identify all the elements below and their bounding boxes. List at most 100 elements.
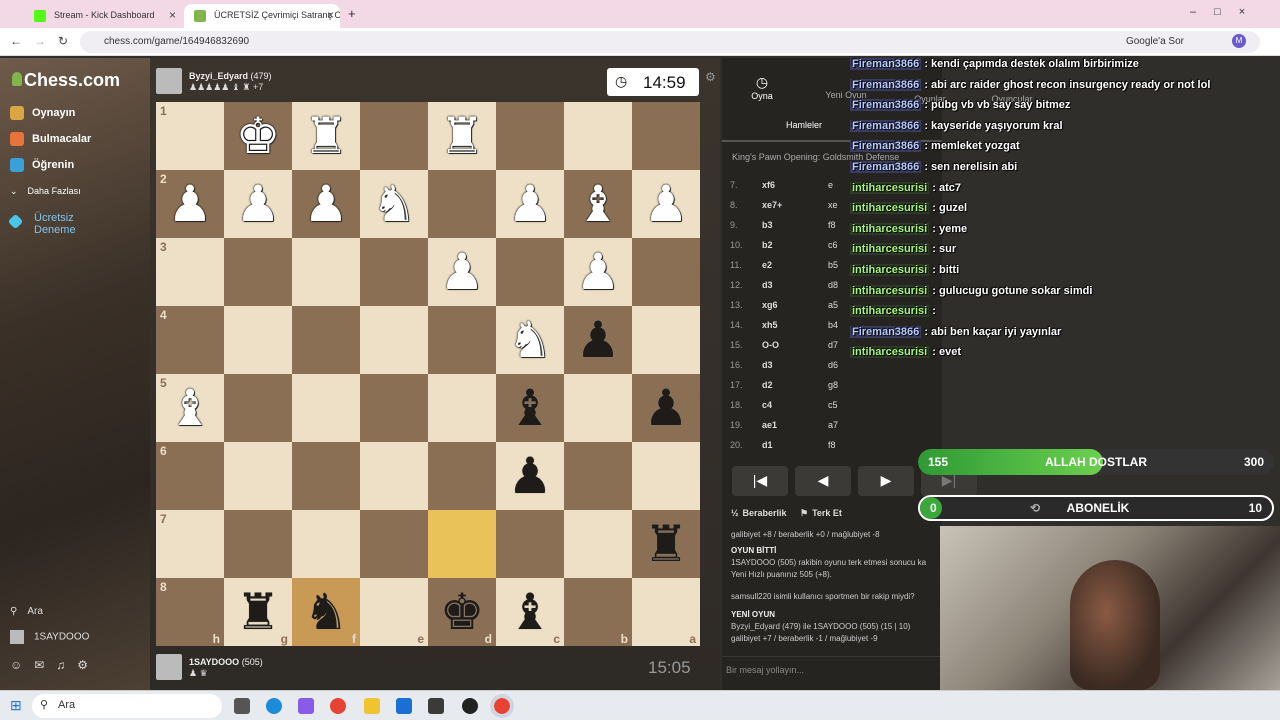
board-square-a2[interactable]: ♟	[632, 170, 700, 238]
black-move[interactable]: c5	[828, 400, 838, 410]
close-icon[interactable]: ×	[169, 8, 176, 22]
board-square-a8[interactable]: a	[632, 578, 700, 646]
new-tab-button[interactable]: +	[348, 6, 356, 21]
chat-username[interactable]: Fireman3866	[850, 78, 922, 91]
move-row[interactable]: 18. c4 c5	[730, 400, 838, 412]
chat-username[interactable]: intiharcesurisi	[850, 222, 930, 235]
board-square-f3[interactable]	[292, 238, 360, 306]
chat-username[interactable]: Fireman3866	[850, 99, 922, 112]
board-square-e2[interactable]: ♞	[360, 170, 428, 238]
mail-icon[interactable]	[396, 698, 412, 714]
chat-username[interactable]: intiharcesurisi	[850, 264, 930, 276]
white-move[interactable]: b2	[762, 240, 828, 250]
board-square-e5[interactable]	[360, 374, 428, 442]
board-square-b5[interactable]	[564, 374, 632, 442]
board-square-d7[interactable]	[428, 510, 496, 578]
player-name[interactable]: Byzyi_Edyard	[189, 71, 248, 81]
board-square-b3[interactable]: ♟	[564, 238, 632, 306]
sidebar-item-more[interactable]: ⌄ Daha Fazlası	[10, 186, 81, 197]
window-controls[interactable]: –□×	[1190, 6, 1263, 18]
board-square-b7[interactable]	[564, 510, 632, 578]
board-square-f1[interactable]: ♜	[292, 102, 360, 170]
gear-icon[interactable]: ⚙	[705, 70, 716, 84]
board-square-e8[interactable]: e	[360, 578, 428, 646]
resign-button[interactable]: ⚑ Terk Et	[800, 508, 842, 519]
move-row[interactable]: 12. d3 d8	[730, 280, 838, 292]
white-move[interactable]: c4	[762, 400, 828, 410]
chat-username[interactable]: Fireman3866	[850, 140, 922, 153]
url-field[interactable]: chess.com/game/164946832690 Google'a Sor…	[80, 31, 1260, 53]
chat-username[interactable]: intiharcesurisi	[850, 243, 930, 256]
board-square-f2[interactable]: ♟	[292, 170, 360, 238]
white-move[interactable]: b3	[762, 220, 828, 230]
board-square-e1[interactable]	[360, 102, 428, 170]
chess-piece[interactable]: ♟	[236, 179, 281, 229]
board-square-a1[interactable]	[632, 102, 700, 170]
obs-icon[interactable]	[462, 698, 478, 714]
white-move[interactable]: xe7+	[762, 200, 828, 210]
draw-button[interactable]: ½ Beraberlik	[731, 508, 787, 518]
board-square-g6[interactable]	[224, 442, 292, 510]
board-square-g5[interactable]	[224, 374, 292, 442]
board-square-d3[interactable]: ♟	[428, 238, 496, 306]
move-row[interactable]: 8. xe7+ xe	[730, 200, 838, 212]
white-move[interactable]: d2	[762, 380, 828, 390]
board-square-b2[interactable]: ♝	[564, 170, 632, 238]
board-square-h7[interactable]: 7	[156, 510, 224, 578]
board-square-e3[interactable]	[360, 238, 428, 306]
board-square-a7[interactable]: ♜	[632, 510, 700, 578]
chat-username[interactable]: intiharcesurisi	[850, 181, 930, 194]
board-square-c7[interactable]	[496, 510, 564, 578]
board-square-f5[interactable]	[292, 374, 360, 442]
browser-tab-kick[interactable]: Stream - Kick Dashboard ×	[24, 4, 182, 28]
chess-piece[interactable]: ♜	[304, 111, 349, 161]
move-row[interactable]: 14. xh5 b4	[730, 320, 838, 332]
board-square-e4[interactable]	[360, 306, 428, 374]
player-name[interactable]: 1SAYDOOO	[189, 657, 239, 667]
chat-username[interactable]: Fireman3866	[850, 161, 922, 173]
board-square-h1[interactable]: 1	[156, 102, 224, 170]
copilot-icon[interactable]	[298, 698, 314, 714]
chrome-active-icon[interactable]	[490, 694, 514, 718]
chat-username[interactable]: Fireman3866	[850, 119, 922, 132]
black-move[interactable]: a5	[828, 300, 838, 310]
board-square-g4[interactable]	[224, 306, 292, 374]
next-move-button[interactable]: ▶	[858, 466, 914, 496]
board-square-d4[interactable]	[428, 306, 496, 374]
board-square-g2[interactable]: ♟	[224, 170, 292, 238]
board-square-e7[interactable]	[360, 510, 428, 578]
board-square-c6[interactable]: ♟	[496, 442, 564, 510]
move-row[interactable]: 15. O-O d7	[730, 340, 838, 352]
board-square-c5[interactable]: ♝	[496, 374, 564, 442]
file-explorer-icon[interactable]	[364, 698, 380, 714]
sidebar-item-free-trial[interactable]: Ücretsiz Deneme	[7, 212, 80, 236]
black-move[interactable]: b5	[828, 260, 838, 270]
chess-piece[interactable]: ♟	[576, 315, 621, 365]
board-square-d2[interactable]	[428, 170, 496, 238]
black-move[interactable]: c6	[828, 240, 838, 250]
board-square-b1[interactable]	[564, 102, 632, 170]
black-move[interactable]: d8	[828, 280, 838, 290]
edge-icon[interactable]	[266, 698, 282, 714]
avatar[interactable]	[156, 654, 182, 680]
board-square-g3[interactable]	[224, 238, 292, 306]
board-square-g7[interactable]	[224, 510, 292, 578]
move-row[interactable]: 13. xg6 a5	[730, 300, 838, 312]
board-square-a6[interactable]	[632, 442, 700, 510]
chrome-icon[interactable]	[330, 698, 346, 714]
board-square-b4[interactable]: ♟	[564, 306, 632, 374]
taskbar-search[interactable]: ⚲ Ara	[32, 694, 222, 718]
black-move[interactable]: xe	[828, 200, 838, 210]
sidebar-footer-icons[interactable]: ☺✉♫⚙	[10, 658, 100, 672]
board-square-e6[interactable]	[360, 442, 428, 510]
move-row[interactable]: 17. d2 g8	[730, 380, 838, 392]
reload-icon[interactable]: ↻	[58, 34, 68, 48]
chess-piece[interactable]: ♟	[304, 179, 349, 229]
board-square-c1[interactable]	[496, 102, 564, 170]
store-icon[interactable]	[428, 698, 444, 714]
move-row[interactable]: 9. b3 f8	[730, 220, 836, 232]
chat-username[interactable]: Fireman3866	[850, 325, 922, 338]
chess-piece[interactable]: ♞	[372, 179, 417, 229]
chess-piece[interactable]: ♜	[644, 519, 689, 569]
chess-piece[interactable]: ♝	[508, 383, 553, 433]
